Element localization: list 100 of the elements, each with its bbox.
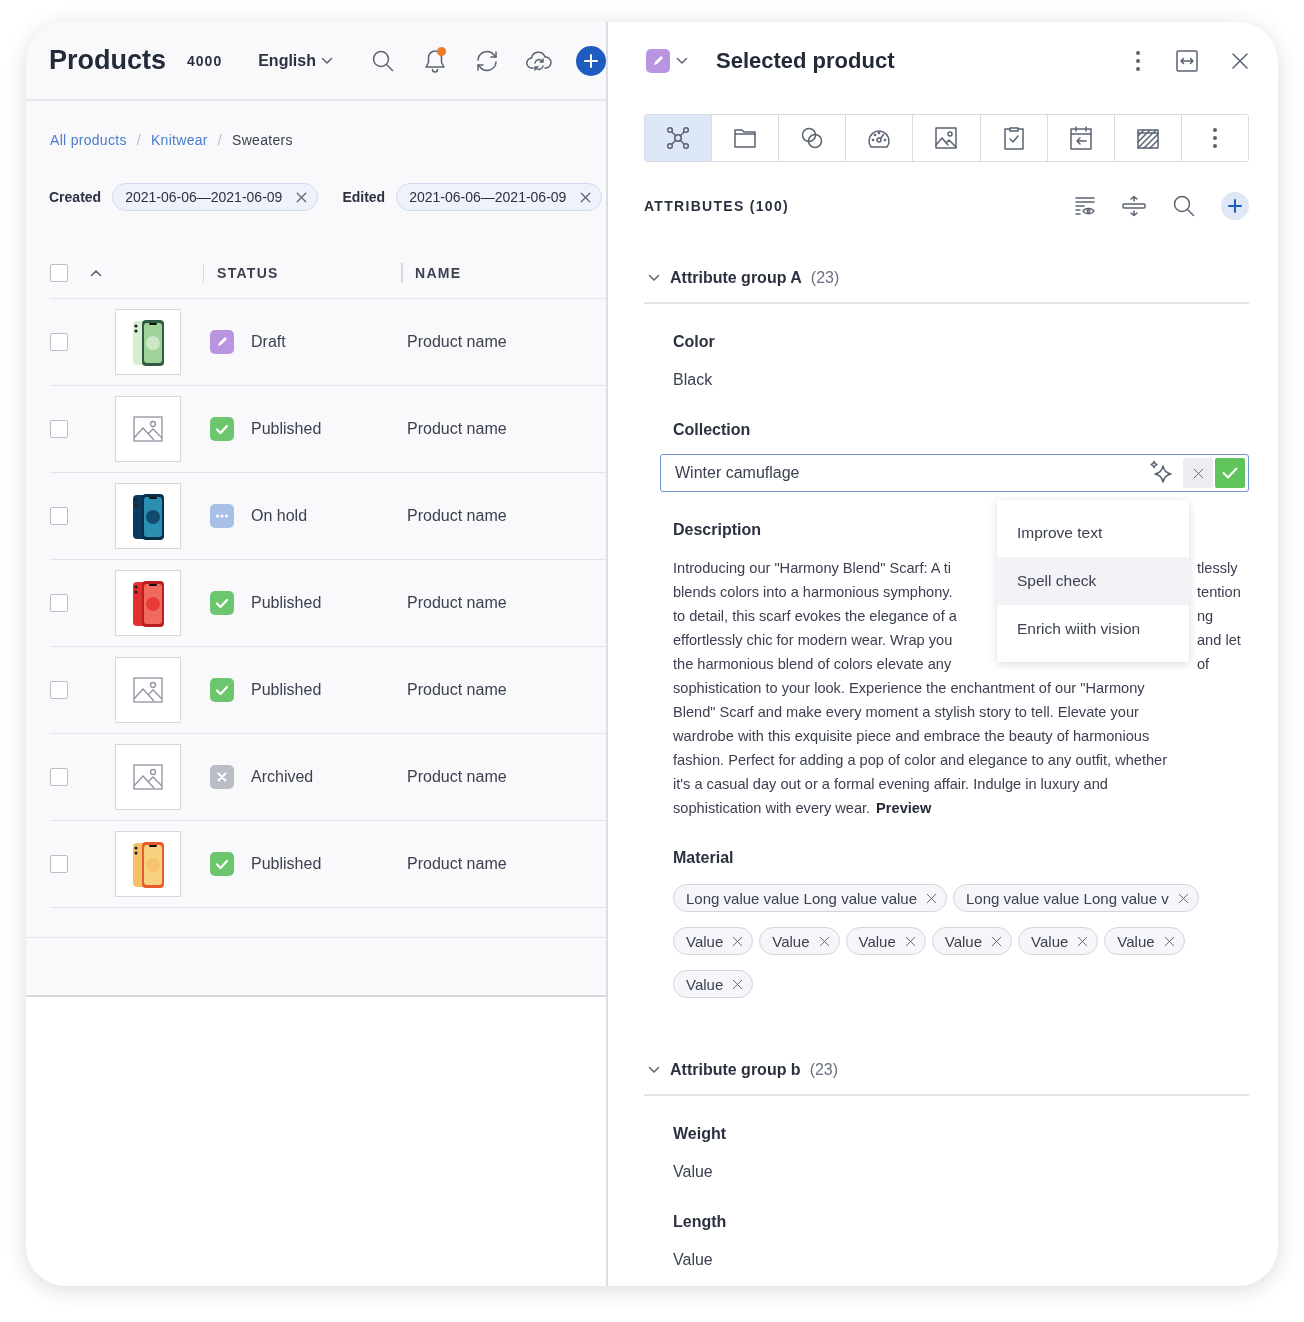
close-icon bbox=[580, 191, 592, 203]
page-title: Products bbox=[49, 45, 167, 76]
status-dropdown[interactable] bbox=[646, 49, 688, 73]
language-dropdown[interactable]: English bbox=[258, 51, 333, 70]
row-checkbox[interactable] bbox=[50, 507, 68, 525]
menu-item[interactable]: Enrich wiith vision bbox=[997, 605, 1189, 653]
collapse-button[interactable] bbox=[1121, 195, 1147, 217]
description-text: ng bbox=[1197, 607, 1214, 626]
search-button[interactable] bbox=[1172, 194, 1196, 218]
group-title: Attribute group A bbox=[670, 269, 802, 287]
select-all-checkbox[interactable] bbox=[50, 264, 68, 282]
column-header: STATUS bbox=[217, 264, 280, 283]
image-placeholder-icon bbox=[133, 764, 163, 790]
row-checkbox[interactable] bbox=[50, 420, 68, 438]
breadcrumb-link[interactable]: Knitwear bbox=[150, 132, 208, 148]
value-tag: Value bbox=[845, 927, 926, 955]
remove-tag-button[interactable] bbox=[991, 935, 1003, 947]
remove-tag-button[interactable] bbox=[926, 892, 937, 904]
product-thumbnail[interactable] bbox=[115, 570, 181, 636]
status-text: On hold bbox=[251, 507, 309, 525]
check-status-icon bbox=[210, 852, 234, 876]
description-text: fashion. Perfect for adding a pop of color and elegance to any outfit, whether bbox=[673, 751, 1168, 770]
filter-chip[interactable]: 2021-06-06—2021-06-09 bbox=[112, 183, 319, 211]
more-options-button[interactable] bbox=[1135, 50, 1141, 72]
close-icon bbox=[818, 935, 830, 947]
product-thumbnail[interactable] bbox=[115, 831, 181, 897]
group-count: (23) bbox=[809, 1061, 839, 1079]
product-name: Product name bbox=[407, 507, 507, 525]
sparkle-button[interactable] bbox=[1149, 460, 1175, 486]
row-checkbox[interactable] bbox=[50, 681, 68, 699]
product-name: Product name bbox=[407, 594, 507, 612]
product-thumbnail[interactable] bbox=[115, 744, 181, 810]
panel-title: Selected product bbox=[716, 48, 896, 74]
remove-tag-button[interactable] bbox=[904, 935, 916, 947]
field-label: Material bbox=[673, 848, 734, 868]
row-checkbox[interactable] bbox=[50, 855, 68, 873]
preview-link[interactable]: Preview bbox=[876, 796, 932, 820]
product-name: Product name bbox=[407, 768, 507, 786]
bell-icon bbox=[423, 47, 448, 74]
row-checkbox[interactable] bbox=[50, 768, 68, 786]
description-text: sophistication with every wear. bbox=[673, 799, 871, 818]
value-tag: Value bbox=[1018, 927, 1099, 955]
check-icon bbox=[1222, 467, 1238, 479]
close-button[interactable] bbox=[1231, 52, 1249, 70]
close-icon bbox=[1077, 935, 1089, 947]
caret-icon bbox=[648, 274, 660, 282]
filter-chip[interactable]: 2021-06-06—2021-06-09 bbox=[396, 183, 603, 211]
menu-item[interactable]: Improve text bbox=[997, 509, 1189, 557]
folder-icon bbox=[733, 127, 758, 149]
product-name: Product name bbox=[407, 855, 507, 873]
product-name: Product name bbox=[407, 681, 507, 699]
image-placeholder-icon bbox=[133, 416, 163, 442]
input-field[interactable]: Winter camuflage bbox=[660, 454, 1249, 492]
visibility-filter-button[interactable] bbox=[1074, 195, 1096, 217]
network-tab[interactable] bbox=[645, 115, 713, 161]
plus-icon bbox=[583, 53, 598, 68]
product-thumbnail[interactable] bbox=[115, 396, 181, 462]
collapse-group-button[interactable] bbox=[648, 274, 660, 282]
collapse-group-button[interactable] bbox=[648, 1066, 660, 1074]
remove-tag-button[interactable] bbox=[1077, 935, 1089, 947]
filter-label: Created bbox=[49, 189, 102, 205]
description-text: of bbox=[1197, 655, 1210, 674]
caret-icon bbox=[320, 56, 333, 65]
remove-tag-button[interactable] bbox=[1163, 935, 1175, 947]
row-checkbox[interactable] bbox=[50, 594, 68, 612]
caret-icon bbox=[648, 1066, 660, 1074]
expand-panel-button[interactable] bbox=[1175, 49, 1199, 73]
remove-tag-button[interactable] bbox=[732, 935, 744, 947]
description-text: blends colors into a harmonious symphony. bbox=[673, 583, 953, 602]
group-title: Attribute group b bbox=[670, 1061, 801, 1079]
product-thumbnail[interactable] bbox=[115, 483, 181, 549]
product-thumbnail[interactable] bbox=[115, 657, 181, 723]
remove-tag-button[interactable] bbox=[732, 978, 744, 990]
close-icon bbox=[1163, 935, 1175, 947]
hatched-box-icon bbox=[1135, 126, 1160, 150]
value-tag: Long value value Long value v bbox=[953, 884, 1199, 912]
product-thumbnail[interactable] bbox=[115, 309, 181, 375]
remove-filter-button[interactable] bbox=[296, 191, 308, 203]
close-icon bbox=[904, 935, 916, 947]
menu-item[interactable]: Spell check bbox=[997, 557, 1189, 605]
field-label: Length bbox=[673, 1212, 727, 1232]
remove-tag-button[interactable] bbox=[818, 935, 830, 947]
clipboard-check-icon bbox=[1001, 125, 1026, 151]
remove-tag-button[interactable] bbox=[1177, 892, 1189, 904]
sort-button[interactable] bbox=[90, 269, 102, 277]
row-checkbox[interactable] bbox=[50, 333, 68, 351]
value-tag: Value bbox=[931, 927, 1013, 955]
close-icon bbox=[1177, 892, 1189, 904]
remove-filter-button[interactable] bbox=[580, 191, 592, 203]
close-icon bbox=[296, 191, 308, 203]
more-icon bbox=[1135, 50, 1141, 72]
status-text: Published bbox=[251, 855, 323, 873]
group-count: (23) bbox=[810, 269, 840, 287]
close-icon bbox=[732, 935, 744, 947]
add-attribute-button[interactable] bbox=[1221, 192, 1249, 220]
dots-status-icon bbox=[210, 504, 234, 528]
breadcrumb-separator: / bbox=[217, 132, 223, 148]
add-button[interactable] bbox=[575, 45, 606, 76]
breadcrumb-link[interactable]: All products bbox=[50, 132, 127, 148]
product-name: Product name bbox=[407, 420, 507, 438]
